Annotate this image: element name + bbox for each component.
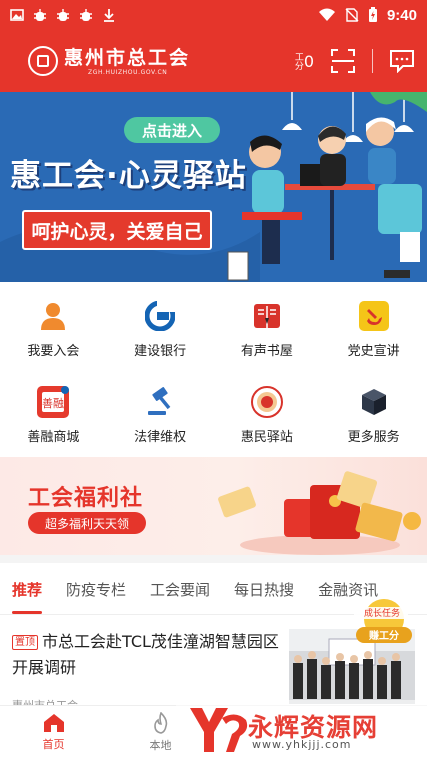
bug-icon xyxy=(80,9,92,21)
task-badge-top: 成长任务 xyxy=(364,607,400,619)
score-value: 0 xyxy=(303,51,314,71)
grid-item-join-union[interactable]: 我要入会 xyxy=(0,286,107,372)
bug-icon xyxy=(34,9,46,21)
union-logo-icon xyxy=(28,46,58,76)
wifi-icon xyxy=(318,8,335,21)
grid-item-ccb[interactable]: 建设银行 xyxy=(107,286,214,372)
svg-text:善融: 善融 xyxy=(42,396,64,410)
scan-icon[interactable] xyxy=(330,48,356,74)
person-icon xyxy=(37,300,69,332)
grid-label: 有声书屋 xyxy=(240,343,293,359)
app-url: ZGH.HUIZHOU.GOV.CN xyxy=(88,68,168,76)
grid-item-station[interactable]: 惠民驿站 xyxy=(214,372,321,458)
welfare-title: 工会福利社 xyxy=(28,486,144,511)
grid-label: 善融商城 xyxy=(27,429,80,445)
station-seal-icon xyxy=(250,385,283,418)
battery-icon xyxy=(368,7,377,22)
grid-label: 建设银行 xyxy=(134,343,187,359)
score-unit: 工分 xyxy=(292,52,303,70)
service-grid: 我要入会 建设银行 有声书屋 党史宣讲 善融 善融商城 法律维权 惠民驿站 更多… xyxy=(0,282,427,457)
grid-item-mall[interactable]: 善融 善融商城 xyxy=(0,372,107,458)
tab-union-news[interactable]: 工会要闻 xyxy=(150,579,210,600)
banner-slogan: 呵护心灵，关爱自己 xyxy=(22,210,212,250)
welfare-banner[interactable]: 工会福利社 超多福利天天领 xyxy=(0,457,427,555)
banner-title: 惠工会·心灵驿站 xyxy=(10,158,247,194)
news-title: 市总工会赴TCL茂佳潼湖智慧园区开展调研 xyxy=(12,632,279,677)
enter-button[interactable]: 点击进入 xyxy=(124,117,220,143)
mall-icon: 善融 xyxy=(37,385,70,418)
bug-icon xyxy=(57,9,69,21)
grid-label: 党史宣讲 xyxy=(347,343,400,359)
news-headline: 置顶 市总工会赴TCL茂佳潼湖智慧园区开展调研 xyxy=(12,629,282,681)
no-sim-icon xyxy=(345,8,359,22)
brand: 惠州市总工会 ZGH.HUIZHOU.GOV.CN xyxy=(64,47,190,76)
party-emblem-icon xyxy=(358,300,390,332)
book-icon xyxy=(251,300,283,332)
nav-home-label: 首页 xyxy=(42,738,65,751)
status-bar: 9:40 xyxy=(0,0,427,30)
watermark-url: www.yhkjjj.com xyxy=(252,738,352,751)
grid-label: 法律维权 xyxy=(134,429,187,445)
image-icon xyxy=(10,9,24,21)
app-title: 惠州市总工会 xyxy=(64,46,191,69)
ccb-icon xyxy=(144,300,176,332)
tab-daily-hot[interactable]: 每日热搜 xyxy=(234,579,294,600)
app-header: 惠州市总工会 ZGH.HUIZHOU.GOV.CN 工分 0 xyxy=(0,30,427,92)
tab-epidemic[interactable]: 防疫专栏 xyxy=(66,579,126,600)
download-icon xyxy=(104,9,114,22)
home-icon xyxy=(43,714,64,732)
flame-icon xyxy=(153,712,167,734)
welfare-subtitle: 超多福利天天领 xyxy=(28,512,146,534)
grid-label: 我要入会 xyxy=(27,343,80,359)
grid-label: 惠民驿站 xyxy=(240,429,293,445)
cube-icon xyxy=(358,386,390,418)
task-badge-bottom: 赚工分 xyxy=(368,629,399,642)
task-badge-icon[interactable]: 成长任务 赚工分 xyxy=(350,597,414,649)
promo-banner[interactable]: 点击进入 惠工会·心灵驿站 呵护心灵，关爱自己 xyxy=(0,92,427,282)
gavel-icon xyxy=(144,386,176,418)
grid-item-audiobook[interactable]: 有声书屋 xyxy=(214,286,321,372)
header-divider xyxy=(372,49,373,73)
grid-label: 更多服务 xyxy=(347,429,400,445)
grid-item-more[interactable]: 更多服务 xyxy=(320,372,427,458)
grid-item-party-history[interactable]: 党史宣讲 xyxy=(320,286,427,372)
tab-recommend[interactable]: 推荐 xyxy=(12,579,43,614)
clock: 9:40 xyxy=(386,6,417,24)
pinned-badge: 置顶 xyxy=(12,635,38,650)
nav-home[interactable]: 首页 xyxy=(0,706,107,759)
score-button[interactable]: 工分 0 xyxy=(293,52,314,71)
message-icon[interactable] xyxy=(389,49,415,73)
nav-local-label: 本地 xyxy=(149,739,172,752)
grid-item-legal[interactable]: 法律维权 xyxy=(107,372,214,458)
